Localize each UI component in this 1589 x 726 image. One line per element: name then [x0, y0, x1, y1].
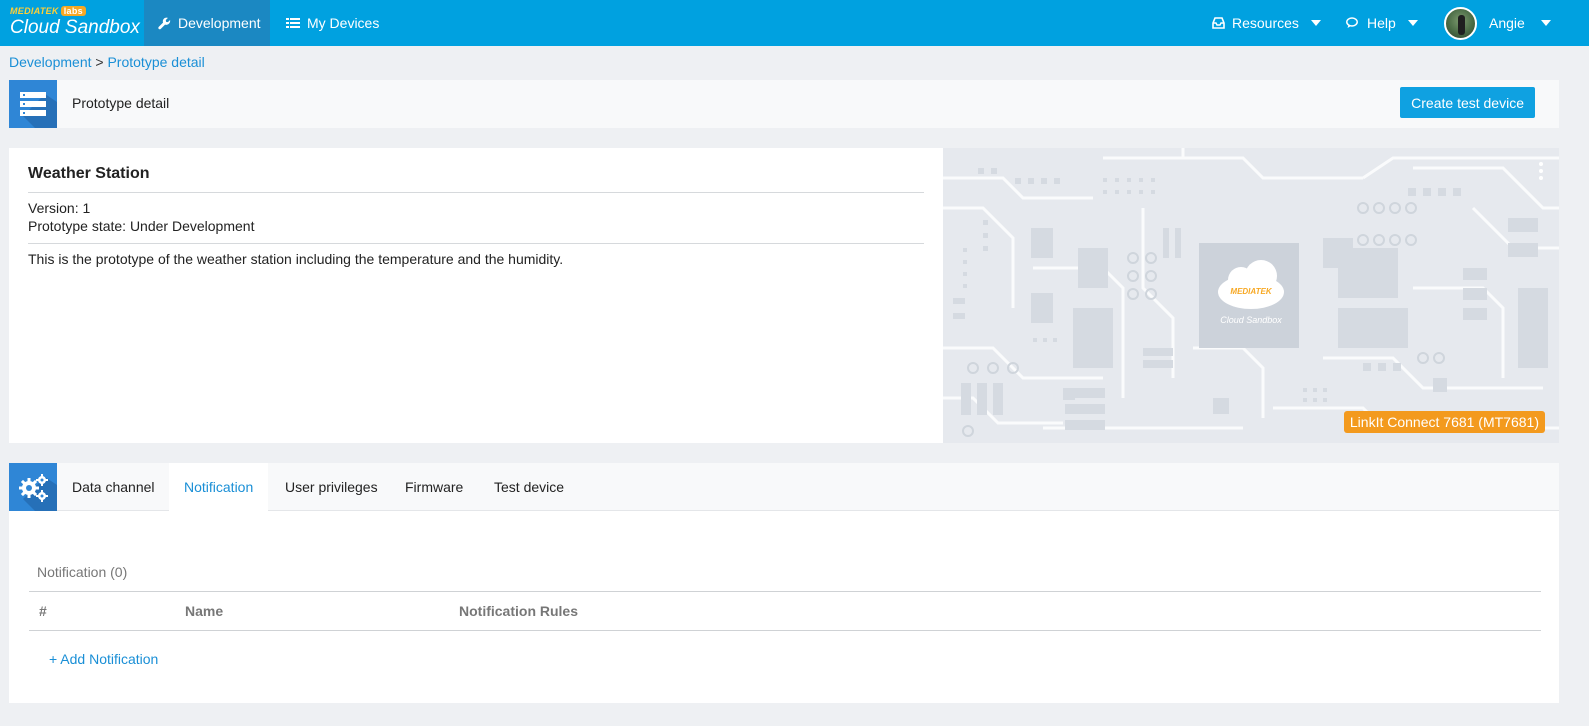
breadcrumb-current-link[interactable]: Prototype detail	[107, 54, 204, 70]
prototype-tabs-card: Data channel Notification User privilege…	[9, 463, 1559, 703]
brand-logo[interactable]: MEDIATEK labs Cloud Sandbox	[10, 6, 140, 42]
brand-mediatek-text: MEDIATEK labs	[10, 6, 140, 16]
tab-bar: Data channel Notification User privilege…	[9, 463, 1559, 511]
prototype-description: This is the prototype of the weather sta…	[28, 251, 564, 267]
nav-user-menu[interactable]: Angie	[1444, 0, 1551, 46]
board-logo-top: MEDIATEK	[1230, 287, 1272, 296]
prototype-version: Version: 1	[28, 200, 91, 216]
tab-firmware[interactable]: Firmware	[390, 463, 478, 511]
page-header: Prototype detail Create test device	[9, 80, 1559, 128]
page-title: Prototype detail	[72, 95, 170, 111]
tab-notification[interactable]: Notification	[169, 463, 269, 511]
tab-test-device[interactable]: Test device	[479, 463, 579, 511]
board-logo-bottom: Cloud Sandbox	[1220, 315, 1282, 325]
nav-resources-label: Resources	[1232, 15, 1299, 31]
wrench-icon	[158, 17, 171, 29]
breadcrumb: Development > Prototype detail	[9, 54, 205, 70]
prototype-state: Prototype state: Under Development	[28, 218, 255, 234]
notification-table-header: # Name Notification Rules	[29, 591, 1541, 631]
notification-count-title: Notification (0)	[37, 564, 128, 580]
server-icon	[9, 80, 57, 128]
prototype-info-card: Weather Station Version: 1 Prototype sta…	[9, 148, 1559, 443]
breadcrumb-development-link[interactable]: Development	[9, 54, 92, 70]
nav-my-devices[interactable]: My Devices	[286, 0, 379, 46]
chat-icon	[1346, 17, 1358, 28]
prototype-board-image: MEDIATEK Cloud Sandbox LinkIt Connect 76…	[943, 148, 1559, 443]
brand-name: Cloud Sandbox	[10, 17, 140, 38]
tab-data-channel[interactable]: Data channel	[57, 463, 170, 511]
chevron-down-icon	[1407, 20, 1418, 26]
prototype-details: Weather Station Version: 1 Prototype sta…	[28, 148, 924, 267]
column-header-index: #	[39, 603, 47, 619]
circuit-board-illustration: MEDIATEK Cloud Sandbox	[943, 148, 1559, 437]
nav-development[interactable]: Development	[144, 0, 270, 46]
column-header-name: Name	[185, 603, 224, 619]
list-icon	[286, 18, 300, 28]
create-test-device-button[interactable]: Create test device	[1400, 87, 1535, 118]
more-options-icon[interactable]	[1539, 162, 1543, 180]
prototype-meta: Version: 1 Prototype state: Under Develo…	[28, 193, 924, 244]
top-navbar: MEDIATEK labs Cloud Sandbox Development M…	[0, 0, 1589, 46]
user-name: Angie	[1489, 15, 1525, 31]
tab-user-privileges[interactable]: User privileges	[270, 463, 393, 511]
gears-icon	[9, 463, 57, 511]
resources-icon	[1212, 17, 1225, 29]
brand-labs-badge: labs	[60, 6, 86, 16]
chip-model-badge: LinkIt Connect 7681 (MT7681)	[1343, 411, 1545, 433]
nav-my-devices-label: My Devices	[307, 15, 380, 31]
avatar	[1444, 6, 1477, 40]
chevron-down-icon	[1310, 20, 1321, 26]
brand-top-label: MEDIATEK	[10, 6, 59, 16]
nav-help-label: Help	[1367, 15, 1396, 31]
add-notification-link[interactable]: + Add Notification	[49, 651, 158, 667]
nav-development-label: Development	[178, 15, 261, 31]
prototype-name: Weather Station	[28, 148, 924, 193]
breadcrumb-separator: >	[91, 54, 108, 70]
nav-help[interactable]: Help	[1346, 0, 1418, 46]
chevron-down-icon	[1540, 20, 1551, 26]
column-header-rules: Notification Rules	[459, 603, 579, 619]
nav-resources[interactable]: Resources	[1212, 0, 1321, 46]
